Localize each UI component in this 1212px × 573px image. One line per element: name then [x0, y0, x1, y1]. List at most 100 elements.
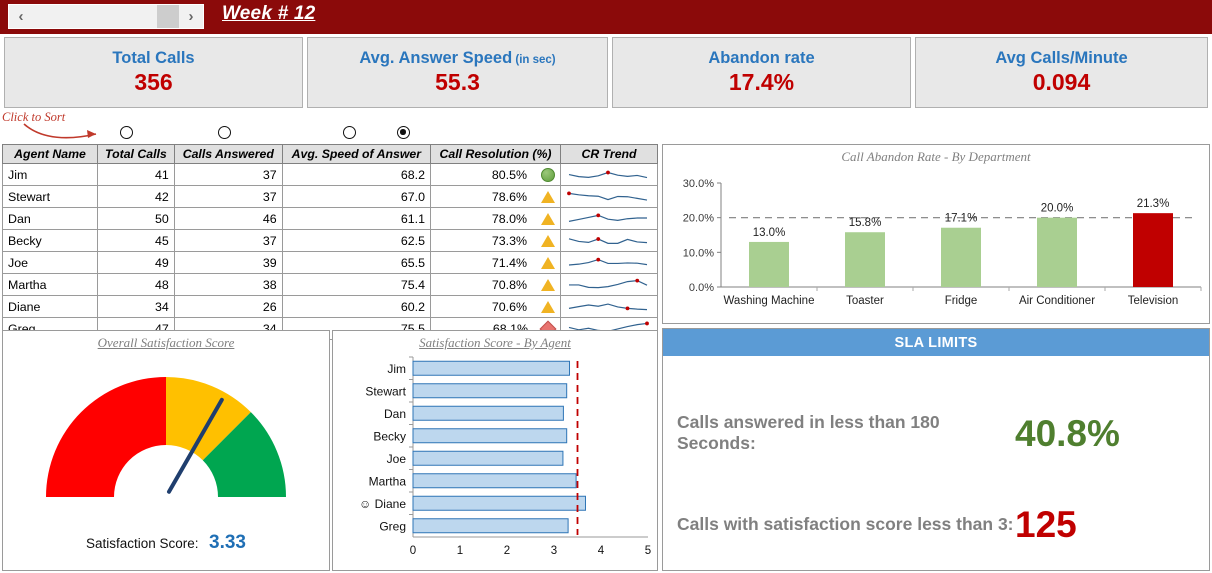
svg-text:3: 3 — [551, 545, 557, 557]
table-row: Becky 45 37 62.5 73.3% — [2, 229, 658, 252]
cell-total-calls: 34 — [97, 295, 175, 318]
svg-text:2: 2 — [504, 545, 510, 557]
cell-calls-answered: 37 — [173, 163, 283, 186]
scroll-track[interactable] — [33, 5, 179, 28]
sort-radio-call-resolution[interactable] — [397, 126, 410, 139]
sla-row-low-satisfaction: Calls with satisfaction score less than … — [663, 506, 1209, 543]
kpi-card-total-calls: Total Calls 356 — [4, 37, 303, 108]
chart-title-gauge: Overall Satisfaction Score — [97, 335, 235, 350]
resolution-value: 71.4% — [491, 255, 527, 270]
svg-text:☺ Diane: ☺ Diane — [359, 497, 406, 511]
svg-text:10.0%: 10.0% — [683, 247, 714, 259]
sparkline — [569, 278, 648, 289]
svg-text:Greg: Greg — [379, 519, 406, 533]
kpi-strip: Total Calls 356 Avg. Answer Speed (in se… — [4, 37, 1208, 108]
svg-text:Dan: Dan — [384, 407, 406, 421]
svg-text:15.8%: 15.8% — [849, 217, 882, 229]
amber-triangle-icon — [541, 278, 555, 291]
cell-call-resolution: 73.3% — [429, 229, 562, 252]
abandon-rate-bar-chart: 0.0% 10.0% 20.0% 30.0% 13.0% Washing Machine 1… — [683, 178, 1202, 307]
svg-text:0: 0 — [410, 545, 416, 557]
resolution-value: 78.0% — [491, 211, 527, 226]
scroll-thumb[interactable] — [157, 5, 179, 28]
cell-agent-name: Stewart — [2, 185, 98, 208]
resolution-value: 73.3% — [491, 233, 527, 248]
resolution-value: 80.5% — [491, 167, 527, 182]
kpi-card-avg-answer-speed: Avg. Answer Speed (in sec) 55.3 — [307, 37, 608, 108]
sparkline — [568, 303, 648, 311]
amber-triangle-icon — [541, 234, 555, 247]
col-calls-answered[interactable]: Calls Answered — [173, 144, 283, 164]
cell-total-calls: 45 — [97, 229, 175, 252]
svg-text:4: 4 — [598, 545, 605, 557]
title-bar: ‹ › Week # 12 — [0, 0, 1212, 34]
kpi-card-abandon-rate: Abandon rate 17.4% — [611, 37, 911, 108]
kpi-title: Abandon rate — [708, 49, 815, 68]
svg-text:Toaster: Toaster — [846, 295, 884, 307]
kpi-value: 17.4% — [728, 69, 795, 96]
cell-agent-name: Martha — [2, 273, 98, 296]
cell-call-resolution: 78.0% — [429, 207, 562, 230]
svg-text:20.0%: 20.0% — [683, 213, 714, 225]
kpi-card-avg-calls-per-minute: Avg Calls/Minute 0.094 — [914, 37, 1208, 108]
resolution-value: 78.6% — [491, 189, 527, 204]
kpi-value: 55.3 — [435, 69, 480, 96]
table-row: Jim 41 37 68.2 80.5% — [2, 163, 658, 186]
sort-radio-total-calls[interactable] — [120, 126, 133, 139]
table-row: Martha 48 38 75.4 70.8% — [2, 273, 658, 296]
sort-radio-calls-answered[interactable] — [218, 126, 231, 139]
sla-row-answer-time: Calls answered in less than 180 Seconds:… — [663, 412, 1209, 455]
cell-cr-trend — [560, 273, 658, 296]
week-scrollbar[interactable]: ‹ › — [8, 4, 204, 29]
svg-text:13.0%: 13.0% — [753, 227, 786, 239]
svg-text:Stewart: Stewart — [365, 384, 406, 398]
amber-triangle-icon — [541, 300, 555, 313]
cell-call-resolution: 70.8% — [429, 273, 562, 296]
table-row: Diane 34 26 60.2 70.6% — [2, 295, 658, 318]
sparkline — [568, 257, 648, 266]
sparkline — [567, 191, 648, 201]
cell-agent-name: Diane — [2, 295, 98, 318]
cell-calls-answered: 37 — [173, 185, 283, 208]
gauge-score-row: Satisfaction Score: 3.33 — [3, 532, 329, 554]
sla-label: Calls answered in less than 180 Seconds: — [677, 412, 940, 454]
svg-text:30.0%: 30.0% — [683, 178, 714, 190]
abandon-rate-chart-panel: Call Abandon Rate - By Department 0.0% 10… — [662, 144, 1210, 324]
resolution-value: 70.6% — [491, 299, 527, 314]
satisfaction-by-agent-bar-chart: Jim Stewart Dan Becky Joe Martha ☺ Diane Greg 0 1… — [359, 356, 651, 557]
cell-calls-answered: 39 — [173, 251, 283, 274]
col-cr-trend[interactable]: CR Trend — [560, 144, 658, 164]
cell-avg-speed: 65.5 — [281, 251, 431, 274]
sla-header: SLA LIMITS — [663, 329, 1209, 356]
kpi-title: Avg Calls/Minute — [995, 49, 1128, 68]
col-avg-speed-of-answer[interactable]: Avg. Speed of Answer — [281, 144, 431, 164]
svg-text:21.3%: 21.3% — [1137, 198, 1170, 210]
sort-radio-avg-speed-of-answer[interactable] — [343, 126, 356, 139]
cell-cr-trend — [560, 229, 658, 252]
next-week-arrow[interactable]: › — [179, 5, 203, 28]
cell-agent-name: Joe — [2, 251, 98, 274]
cell-call-resolution: 78.6% — [429, 185, 562, 208]
prev-week-arrow[interactable]: ‹ — [9, 5, 33, 28]
sort-radio-group[interactable] — [0, 126, 660, 142]
amber-triangle-icon — [541, 190, 555, 203]
col-agent-name[interactable]: Agent Name — [2, 144, 98, 164]
cell-cr-trend — [560, 295, 658, 318]
cell-total-calls: 48 — [97, 273, 175, 296]
overall-satisfaction-panel: Overall Satisfaction Score Satisfaction … — [2, 330, 330, 571]
cell-calls-answered: 38 — [173, 273, 283, 296]
col-total-calls[interactable]: Total Calls — [97, 144, 175, 164]
sparkline — [568, 213, 647, 222]
sla-value: 40.8% — [1015, 412, 1120, 454]
kpi-title: Avg. Answer Speed (in sec) — [359, 49, 556, 68]
kpi-value: 356 — [134, 69, 173, 96]
sparkline — [568, 237, 648, 244]
gauge-value: 3.33 — [209, 532, 246, 553]
cell-call-resolution: 70.6% — [429, 295, 562, 318]
svg-text:Television: Television — [1128, 295, 1179, 307]
cell-call-resolution: 71.4% — [429, 251, 562, 274]
col-call-resolution[interactable]: Call Resolution (%) — [429, 144, 562, 164]
cell-agent-name: Becky — [2, 229, 98, 252]
cell-total-calls: 50 — [97, 207, 175, 230]
svg-text:Joe: Joe — [387, 452, 407, 466]
